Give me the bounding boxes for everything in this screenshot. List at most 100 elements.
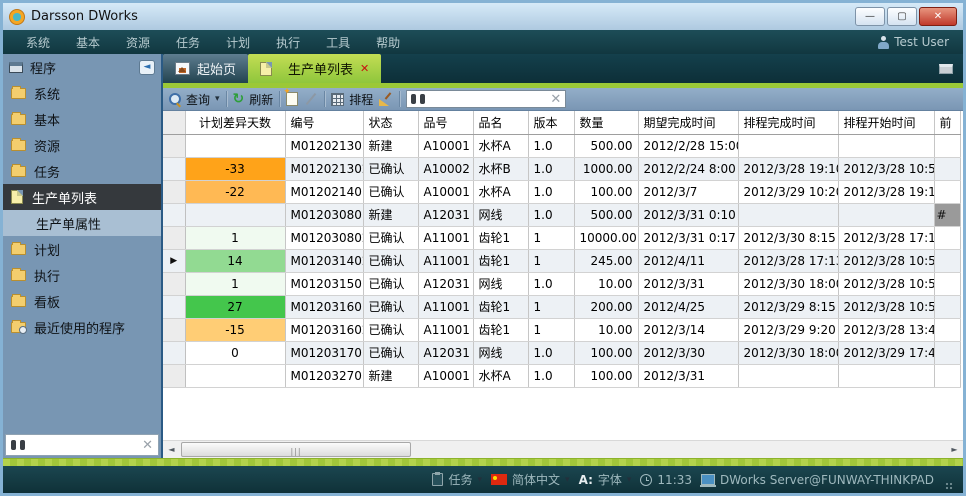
sidebar-item-3[interactable]: 任务 bbox=[3, 158, 161, 184]
title-bar[interactable]: Darsson DWorks — ▢ ✕ bbox=[3, 3, 963, 30]
cell-extra[interactable] bbox=[934, 226, 960, 249]
cell-sched_start[interactable]: 2012/3/28 10:52 bbox=[838, 295, 934, 318]
cell-no[interactable]: M012030801 bbox=[285, 203, 363, 226]
sidebar-item-5[interactable]: 生产单属性 bbox=[3, 210, 161, 236]
sidebar-item-7[interactable]: 执行 bbox=[3, 262, 161, 288]
cell-diff[interactable]: -22 bbox=[185, 180, 285, 203]
cell-sched_end[interactable]: 2012/3/30 18:00 bbox=[738, 272, 838, 295]
user-indicator[interactable]: Test User bbox=[878, 35, 953, 49]
cell-due[interactable]: 2012/3/31 bbox=[638, 364, 738, 387]
column-header-6[interactable]: 数量 bbox=[574, 111, 638, 134]
cell-qty[interactable]: 100.00 bbox=[574, 180, 638, 203]
cell-item[interactable]: A10001 bbox=[418, 180, 473, 203]
row-marker[interactable] bbox=[163, 203, 185, 226]
sidebar-item-8[interactable]: 看板 bbox=[3, 288, 161, 314]
table-row[interactable]: -22M012021401已确认A10001水杯A1.0100.002012/3… bbox=[163, 180, 960, 203]
cell-item[interactable]: A11001 bbox=[418, 295, 473, 318]
cell-qty[interactable]: 1000.00 bbox=[574, 157, 638, 180]
cell-no[interactable]: M012030802 bbox=[285, 226, 363, 249]
cell-no[interactable]: M012032701 bbox=[285, 364, 363, 387]
cell-status[interactable]: 新建 bbox=[363, 134, 418, 157]
cell-status[interactable]: 已确认 bbox=[363, 295, 418, 318]
cell-item[interactable]: A11001 bbox=[418, 249, 473, 272]
cell-qty[interactable]: 200.00 bbox=[574, 295, 638, 318]
cell-due[interactable]: 2012/3/7 bbox=[638, 180, 738, 203]
splitter-strip[interactable] bbox=[3, 458, 963, 466]
cell-sched_end[interactable]: 2012/3/29 10:20 bbox=[738, 180, 838, 203]
row-marker[interactable] bbox=[163, 226, 185, 249]
cell-extra[interactable]: # bbox=[934, 203, 960, 226]
cell-status[interactable]: 已确认 bbox=[363, 318, 418, 341]
table-row[interactable]: -15M012031602已确认A11001齿轮1110.002012/3/14… bbox=[163, 318, 960, 341]
cell-sched_end[interactable]: 2012/3/29 9:20 bbox=[738, 318, 838, 341]
cell-ver[interactable]: 1.0 bbox=[528, 180, 574, 203]
cell-qty[interactable]: 10.00 bbox=[574, 272, 638, 295]
table-row[interactable]: 0M012031701已确认A12031网线1.0100.002012/3/30… bbox=[163, 341, 960, 364]
cell-extra[interactable] bbox=[934, 318, 960, 341]
cell-diff[interactable]: 1 bbox=[185, 272, 285, 295]
cell-diff[interactable]: 1 bbox=[185, 226, 285, 249]
cell-qty[interactable]: 245.00 bbox=[574, 249, 638, 272]
column-header-7[interactable]: 期望完成时间 bbox=[638, 111, 738, 134]
row-marker[interactable] bbox=[163, 272, 185, 295]
cell-item[interactable]: A11001 bbox=[418, 318, 473, 341]
cell-diff[interactable]: 27 bbox=[185, 295, 285, 318]
cell-sched_start[interactable] bbox=[838, 134, 934, 157]
cell-due[interactable]: 2012/2/28 15:00 bbox=[638, 134, 738, 157]
restore-button[interactable]: ▢ bbox=[887, 7, 917, 26]
scroll-left-arrow[interactable]: ◄ bbox=[163, 441, 180, 458]
task-caret[interactable]: ▾ bbox=[477, 475, 482, 485]
schedule-button[interactable]: 排程 bbox=[331, 91, 373, 108]
cell-extra[interactable] bbox=[934, 249, 960, 272]
filter-clear-icon[interactable]: ✕ bbox=[550, 92, 561, 107]
column-header-5[interactable]: 版本 bbox=[528, 111, 574, 134]
cell-ver[interactable]: 1 bbox=[528, 318, 574, 341]
cell-name[interactable]: 齿轮1 bbox=[473, 226, 528, 249]
minimize-button[interactable]: — bbox=[855, 7, 885, 26]
sidebar-search-clear-icon[interactable]: ✕ bbox=[142, 438, 153, 453]
menu-item-3[interactable]: 任务 bbox=[163, 34, 213, 51]
cell-no[interactable]: M012021301 bbox=[285, 134, 363, 157]
cell-ver[interactable]: 1.0 bbox=[528, 203, 574, 226]
menu-item-5[interactable]: 执行 bbox=[263, 34, 313, 51]
menu-item-0[interactable]: 系统 bbox=[13, 34, 63, 51]
cell-sched_end[interactable]: 2012/3/29 8:15 bbox=[738, 295, 838, 318]
cell-status[interactable]: 已确认 bbox=[363, 272, 418, 295]
sidebar-item-6[interactable]: 计划 bbox=[3, 236, 161, 262]
cell-sched_start[interactable]: 2012/3/28 10:52 bbox=[838, 157, 934, 180]
column-header-3[interactable]: 品号 bbox=[418, 111, 473, 134]
column-header-0[interactable]: 计划差异天数 bbox=[185, 111, 285, 134]
row-marker[interactable] bbox=[163, 295, 185, 318]
cell-no[interactable]: M012031402 bbox=[285, 249, 363, 272]
cell-due[interactable]: 2012/3/30 bbox=[638, 341, 738, 364]
scroll-right-arrow[interactable]: ► bbox=[946, 441, 963, 458]
menu-item-6[interactable]: 工具 bbox=[313, 34, 363, 51]
cell-ver[interactable]: 1.0 bbox=[528, 364, 574, 387]
language-caret[interactable]: ▾ bbox=[565, 475, 570, 485]
cell-name[interactable]: 水杯A bbox=[473, 364, 528, 387]
cell-extra[interactable] bbox=[934, 272, 960, 295]
table-row[interactable]: ▶14M012031402已确认A11001齿轮11245.002012/4/1… bbox=[163, 249, 960, 272]
sidebar-item-0[interactable]: 系统 bbox=[3, 80, 161, 106]
sidebar-item-1[interactable]: 基本 bbox=[3, 106, 161, 132]
cell-due[interactable]: 2012/2/24 8:00 bbox=[638, 157, 738, 180]
cell-sched_end[interactable]: 2012/3/28 19:10 bbox=[738, 157, 838, 180]
task-menu[interactable]: 任务 ▾ bbox=[432, 471, 482, 488]
cell-qty[interactable]: 100.00 bbox=[574, 364, 638, 387]
cell-extra[interactable] bbox=[934, 295, 960, 318]
row-marker[interactable] bbox=[163, 157, 185, 180]
column-header-10[interactable]: 前 bbox=[934, 111, 960, 134]
cell-due[interactable]: 2012/3/31 bbox=[638, 272, 738, 295]
cell-extra[interactable] bbox=[934, 364, 960, 387]
cell-diff[interactable] bbox=[185, 134, 285, 157]
cell-qty[interactable]: 100.00 bbox=[574, 341, 638, 364]
cell-no[interactable]: M012031601 bbox=[285, 295, 363, 318]
filter-search-box[interactable]: ✕ bbox=[406, 90, 566, 108]
scrollbar-thumb[interactable]: ||| bbox=[181, 442, 411, 457]
cell-ver[interactable]: 1.0 bbox=[528, 272, 574, 295]
cell-item[interactable]: A12031 bbox=[418, 203, 473, 226]
cell-no[interactable]: M012021401 bbox=[285, 180, 363, 203]
cell-sched_start[interactable] bbox=[838, 203, 934, 226]
cell-diff[interactable] bbox=[185, 364, 285, 387]
cell-no[interactable]: M012031501 bbox=[285, 272, 363, 295]
